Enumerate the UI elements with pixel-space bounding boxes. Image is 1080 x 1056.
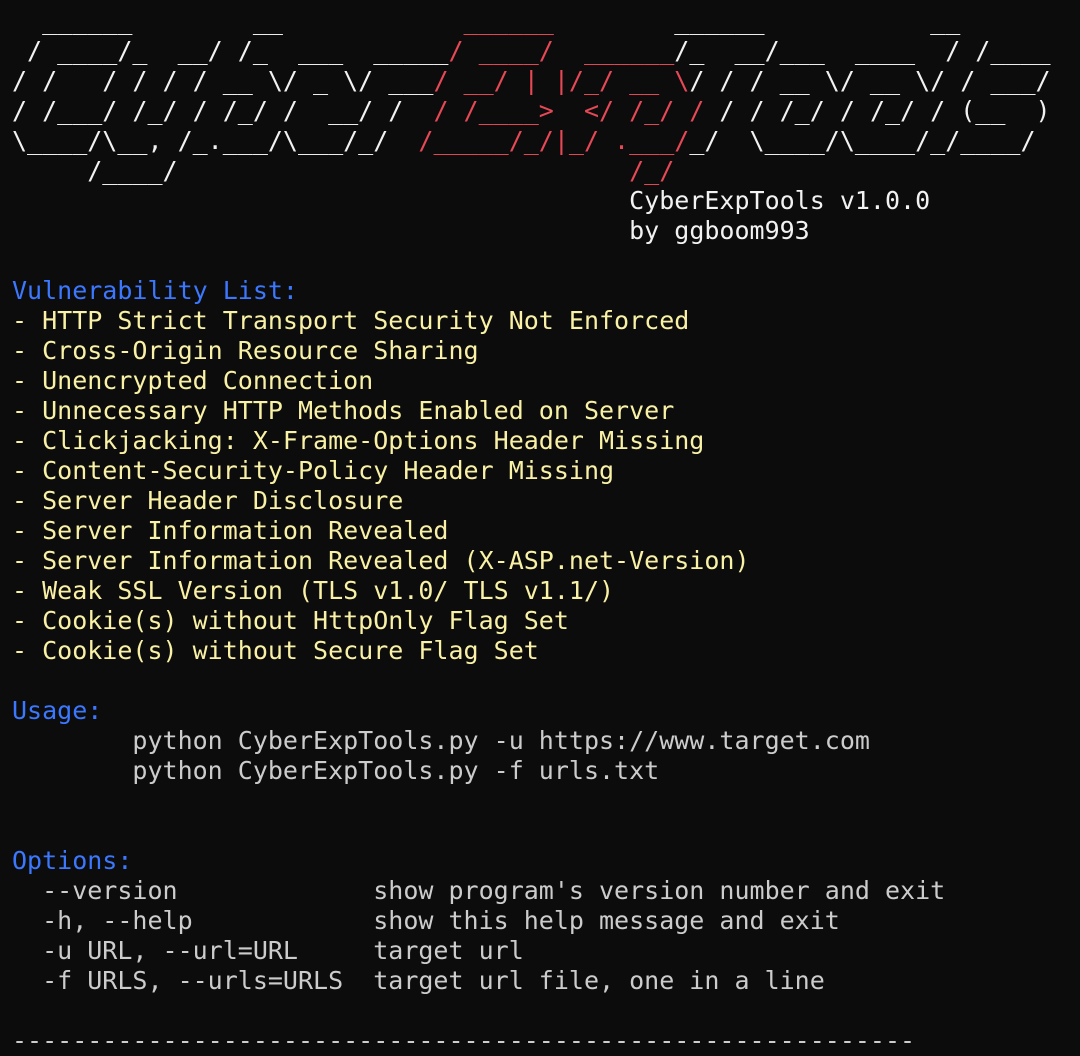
banner-right: / / /_/ / /_/ / (__ ) bbox=[704, 96, 1051, 125]
banner-line: / /___/ /_/ / /_/ / __/ / / /____> </ /_… bbox=[12, 96, 1080, 126]
tool-version-line: CyberExpTools v1.0.0 bbox=[12, 186, 1080, 216]
option-item: -u URL, --url=URL target url bbox=[12, 936, 524, 965]
banner-left: / /___/ /_/ / /_/ / __/ / bbox=[12, 96, 434, 125]
vulnerability-section: Vulnerability List: - HTTP Strict Transp… bbox=[12, 276, 1080, 666]
author: by ggboom993 bbox=[629, 216, 810, 245]
terminal-window: ______ __ ______ ______ __ / ____/_ __/ … bbox=[0, 0, 1080, 1055]
vulnerability-item: - Cross-Origin Resource Sharing bbox=[12, 336, 479, 365]
banner-accent: / /____> </ /_/ / bbox=[433, 96, 705, 125]
banner-left: / ____/_ __/ /_ ___ _____ bbox=[12, 36, 449, 65]
vulnerability-item: - Server Header Disclosure bbox=[12, 486, 404, 515]
option-item: -f URLS, --urls=URLS target url file, on… bbox=[12, 966, 825, 995]
vulnerability-item: - HTTP Strict Transport Security Not Enf… bbox=[12, 306, 690, 335]
banner-right: ______ __ bbox=[553, 6, 1021, 35]
usage-section: Usage: python CyberExpTools.py -u https:… bbox=[12, 696, 1080, 786]
banner-accent: / ____/ ______ bbox=[448, 36, 675, 65]
banner-right: _/ \____/\____/_/____/ bbox=[689, 126, 1036, 155]
banner-right: / / / __ \/ __ \/ / ___/ bbox=[689, 66, 1051, 95]
banner-left: /____/ bbox=[12, 156, 630, 185]
vulnerability-item: - Server Information Revealed bbox=[12, 516, 449, 545]
banner-left: \____/\__, /_.___/\___/_/ bbox=[12, 126, 419, 155]
banner-line: /____/ /_/ bbox=[12, 156, 1080, 186]
banner-right: /_ __/___ ____ / /____ bbox=[674, 36, 1051, 65]
banner-accent: ______ bbox=[463, 6, 554, 35]
vulnerability-item: - Content-Security-Policy Header Missing bbox=[12, 456, 615, 485]
banner-line: \____/\__, /_.___/\___/_/ /_____/_/|_/ .… bbox=[12, 126, 1080, 156]
banner-line: / ____/_ __/ /_ ___ _____/ ____/ ______/… bbox=[12, 36, 1080, 66]
vulnerability-item: - Cookie(s) without HttpOnly Flag Set bbox=[12, 606, 569, 635]
usage-command: python CyberExpTools.py -f urls.txt bbox=[12, 756, 660, 785]
option-item: -h, --help show this help message and ex… bbox=[12, 906, 840, 935]
vulnerability-heading: Vulnerability List: bbox=[12, 276, 298, 305]
banner-line: ______ __ ______ ______ __ bbox=[12, 6, 1080, 36]
banner-accent: /_/ bbox=[629, 156, 675, 185]
banner-left: / / / / / / __ \/ _ \/ ___ bbox=[12, 66, 434, 95]
banner-line: / / / / / / __ \/ _ \/ ___/ __/ | |/_/ _… bbox=[12, 66, 1080, 96]
vulnerability-item: - Unnecessary HTTP Methods Enabled on Se… bbox=[12, 396, 675, 425]
vulnerability-item: - Clickjacking: X-Frame-Options Header M… bbox=[12, 426, 705, 455]
vulnerability-item: - Weak SSL Version (TLS v1.0/ TLS v1.1/) bbox=[12, 576, 615, 605]
vulnerability-item: - Cookie(s) without Secure Flag Set bbox=[12, 636, 539, 665]
usage-heading: Usage: bbox=[12, 696, 103, 725]
banner-left: ______ __ bbox=[12, 6, 464, 35]
vulnerability-item: - Unencrypted Connection bbox=[12, 366, 374, 395]
author-line: by ggboom993 bbox=[12, 216, 1080, 246]
options-section: Options: --version show program's versio… bbox=[12, 846, 1080, 996]
options-heading: Options: bbox=[12, 846, 133, 875]
option-item: --version show program's version number … bbox=[12, 876, 946, 905]
usage-command: python CyberExpTools.py -u https://www.t… bbox=[12, 726, 870, 755]
ascii-banner: ______ __ ______ ______ __ / ____/_ __/ … bbox=[12, 6, 1080, 246]
tool-name: CyberExpTools v1.0.0 bbox=[629, 186, 931, 215]
separator-line: ----------------------------------------… bbox=[12, 1026, 916, 1055]
vulnerability-item: - Server Information Revealed (X-ASP.net… bbox=[12, 546, 750, 575]
banner-accent: /_____/_/|_/ .___/ bbox=[418, 126, 690, 155]
banner-accent: / __/ | |/_/ __ \ bbox=[433, 66, 690, 95]
